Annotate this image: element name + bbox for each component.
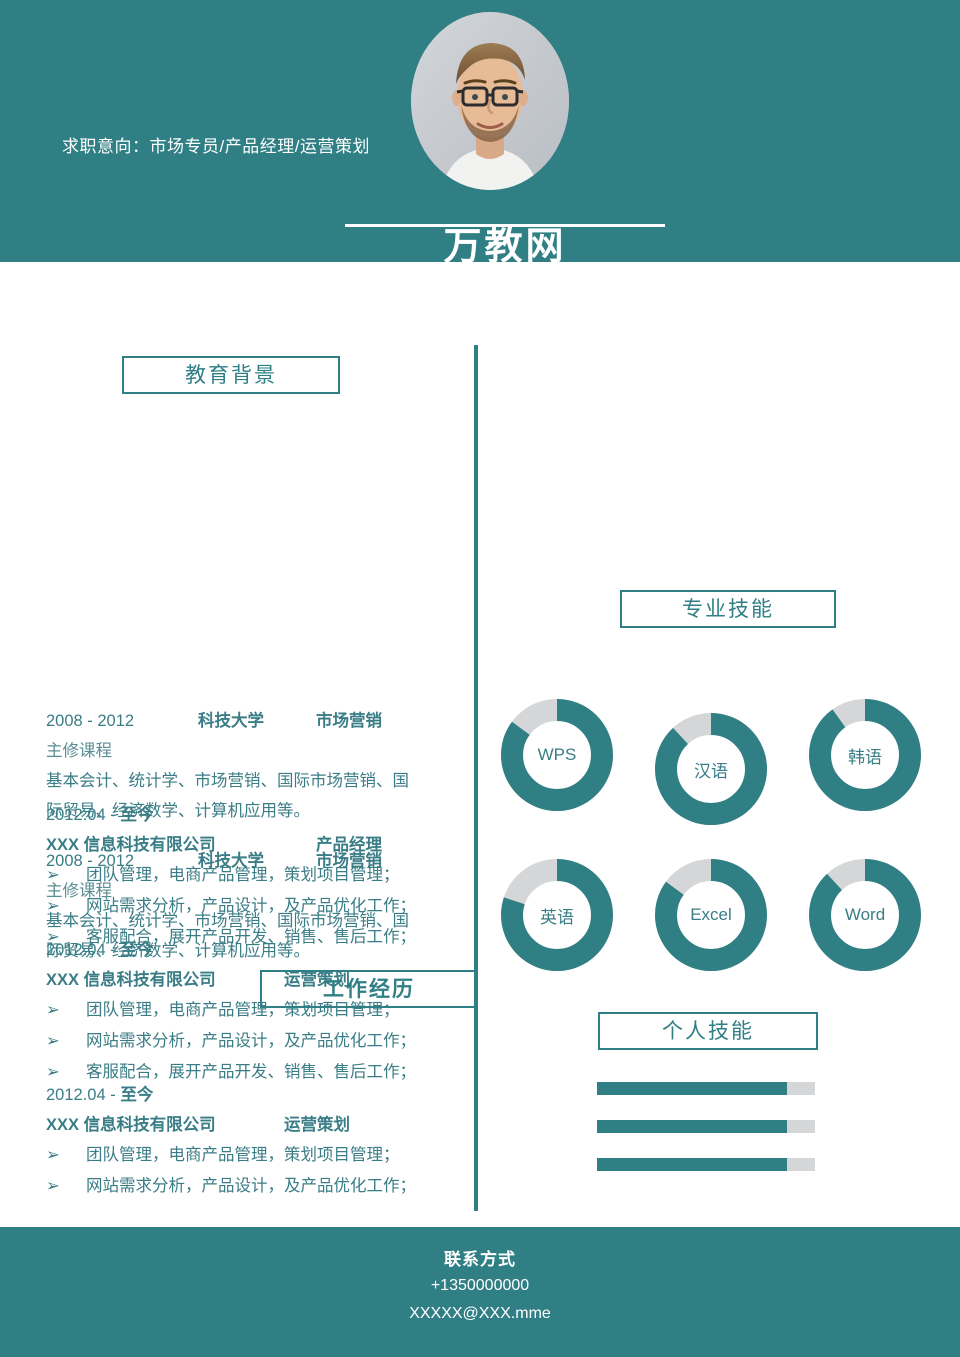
donut-skill-label: Excel	[690, 905, 732, 924]
donut-skill-0: WPS	[496, 694, 618, 816]
work-entry-1-period-end: 至今	[120, 806, 154, 824]
donut-row-1: WPS 汉语 韩语	[496, 694, 936, 854]
contact-title: 联系方式	[444, 1250, 516, 1269]
section-heading-professional: 专业技能	[620, 590, 836, 628]
work-entry-3-period-end: 至今	[120, 1086, 154, 1104]
work-entry-3: 2012.04 - 至今 XXX 信息科技有限公司 运营策划 ➢ 团队管理，电商产品…	[46, 1080, 458, 1202]
donut-skill-label: WPS	[537, 745, 577, 764]
professional-skills-chart: WPS 汉语 韩语 英语 Excel Word	[496, 694, 936, 1014]
education-school: 科技大学	[198, 712, 264, 730]
work-entry-2: 2012.04 - 至今 XXX 信息科技有限公司 运营策划 ➢ 团队管理，电商产品…	[46, 935, 458, 1088]
work-entry-3-title: 运营策划	[284, 1116, 350, 1134]
bullet-arrow-icon: ➢	[46, 1032, 60, 1050]
donut-skill-label: 汉语	[694, 761, 728, 781]
job-objective: 求职意向：市场专员/产品经理/运营策划	[62, 137, 370, 156]
skill-bar-track	[597, 1158, 815, 1171]
donut-skill-label: Word	[844, 905, 886, 924]
work-entry-3-period-start: 2012.04 -	[46, 1086, 121, 1104]
education-entry-head: 2008 - 2012 科技大学 市场营销	[46, 706, 458, 736]
avatar	[411, 12, 569, 190]
work-entry-1-bullet-2: ➢ 网站需求分析，产品设计，及产品优化工作；	[46, 891, 458, 922]
education-years: 2008 - 2012	[46, 712, 135, 730]
work-entry-1-period: 2012.04 - 至今	[46, 800, 458, 830]
contact-phone: +1350000000	[430, 1277, 530, 1294]
skill-bar-track	[597, 1082, 815, 1095]
work-entry-3-bullet-2: ➢ 网站需求分析，产品设计，及产品优化工作；	[46, 1171, 458, 1202]
contact-email: XXXXX@XXX.mme	[409, 1305, 551, 1322]
education-major: 市场营销	[316, 712, 382, 730]
courses-line-1: 基本会计、统计学、市场营销、国际市场营销、国	[46, 772, 409, 790]
donut-skill-4: Excel	[650, 854, 772, 976]
resume-page: 求职意向：市场专员/产品经理/运营策划 万教网 教育背景 专业技能 个人技能 2…	[0, 0, 960, 1357]
bullet-arrow-icon: ➢	[46, 1001, 60, 1019]
donut-skill-3: 英语	[496, 854, 618, 976]
bullet-arrow-icon: ➢	[46, 866, 60, 884]
work-entry-1-company: XXX 信息科技有限公司	[46, 836, 216, 854]
work-entry-2-bullet-2: ➢ 网站需求分析，产品设计，及产品优化工作；	[46, 1026, 458, 1057]
courses-label: 主修课程	[46, 742, 112, 760]
donut-skill-5: Word	[804, 854, 926, 976]
skill-bar-fill	[597, 1082, 787, 1095]
work-entry-2-period: 2012.04 - 至今	[46, 935, 458, 965]
contact-footer: 联系方式 +1350000000 XXXXX@XXX.mme	[0, 1227, 960, 1357]
bullet-arrow-icon: ➢	[46, 897, 60, 915]
work-entry-2-period-start: 2012.04 -	[46, 941, 121, 959]
work-entry-3-company: XXX 信息科技有限公司	[46, 1116, 216, 1134]
work-entry-2-bullet-2-text: 网站需求分析，产品设计，及产品优化工作；	[86, 1032, 416, 1050]
work-entry-2-period-end: 至今	[120, 941, 154, 959]
section-heading-personal: 个人技能	[598, 1012, 818, 1050]
skill-bar-fill	[597, 1158, 787, 1171]
work-entry-1: 2012.04 - 至今 XXX 信息科技有限公司 产品经理 ➢ 团队管理，电商产品…	[46, 800, 458, 953]
work-entry-1-period-start: 2012.04 -	[46, 806, 121, 824]
work-entry-3-period: 2012.04 - 至今	[46, 1080, 458, 1110]
work-entry-1-bullet-1-text: 团队管理，电商产品管理，策划项目管理；	[86, 866, 400, 884]
personal-skills-chart	[597, 1082, 819, 1196]
work-entry-3-bullet-1-text: 团队管理，电商产品管理，策划项目管理；	[86, 1146, 400, 1164]
work-entry-3-bullet-1: ➢ 团队管理，电商产品管理，策划项目管理；	[46, 1140, 458, 1171]
section-heading-education: 教育背景	[122, 356, 340, 394]
bullet-arrow-icon: ➢	[46, 1146, 60, 1164]
section-heading-work: 工作经历	[260, 970, 478, 1008]
skill-bar-fill	[597, 1120, 787, 1133]
donut-row-2: 英语 Excel Word	[496, 854, 936, 1014]
skill-bar-track	[597, 1120, 815, 1133]
site-logo: 万教网	[443, 226, 567, 268]
donut-skill-2: 韩语	[804, 694, 926, 816]
work-entry-1-title: 产品经理	[316, 836, 382, 854]
donut-skill-label: 韩语	[848, 747, 882, 767]
work-entry-3-org-row: XXX 信息科技有限公司 运营策划	[46, 1110, 458, 1140]
work-entry-1-org-row: XXX 信息科技有限公司 产品经理	[46, 830, 458, 860]
donut-skill-1: 汉语	[650, 708, 772, 830]
work-entry-1-bullet-1: ➢ 团队管理，电商产品管理，策划项目管理；	[46, 860, 458, 891]
work-entry-1-bullet-2-text: 网站需求分析，产品设计，及产品优化工作；	[86, 897, 416, 915]
column-divider	[474, 345, 478, 1211]
donut-skill-label: 英语	[540, 907, 574, 927]
work-entry-2-bullet-3-text: 客服配合，展开产品开发、销售、售后工作；	[86, 1063, 416, 1081]
work-entry-3-bullet-2-text: 网站需求分析，产品设计，及产品优化工作；	[86, 1177, 416, 1195]
bullet-arrow-icon: ➢	[46, 1177, 60, 1195]
work-entry-2-company: XXX 信息科技有限公司	[46, 971, 216, 989]
